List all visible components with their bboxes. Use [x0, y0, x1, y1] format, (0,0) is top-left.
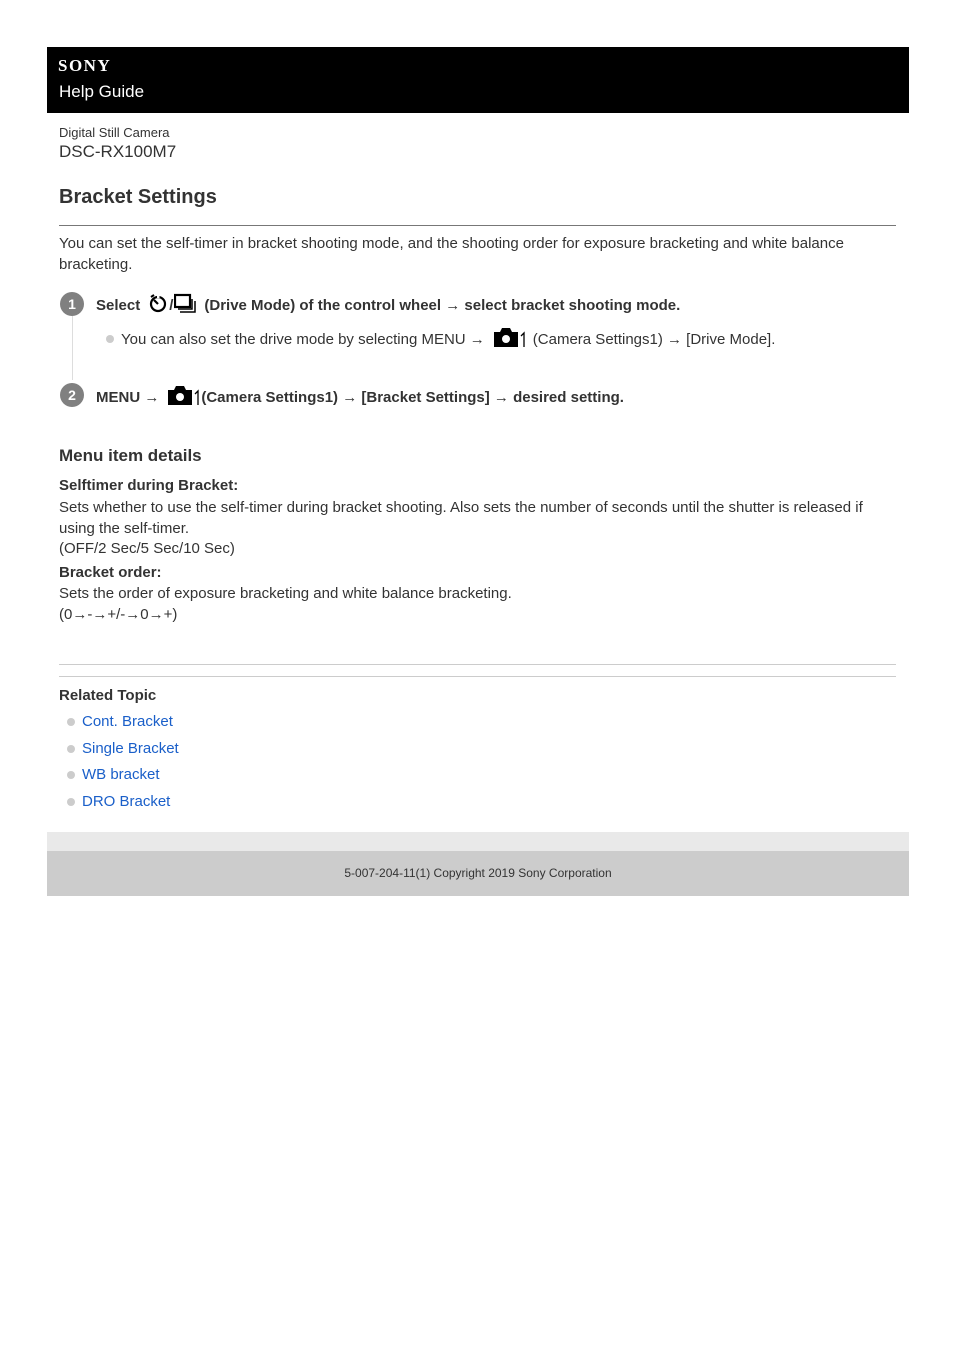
step-connector-line	[72, 316, 73, 380]
step-2-suffix: (Camera Settings1) → [Bracket Settings] …	[201, 388, 624, 406]
sony-logo[interactable]: SONY	[58, 56, 111, 76]
page-title: Bracket Settings	[59, 186, 217, 208]
footer: 5-007-204-11(1) Copyright 2019 Sony Corp…	[47, 851, 909, 896]
desc-bracket-order: Sets the order of exposure bracketing an…	[59, 585, 512, 602]
related-link[interactable]: WB bracket	[82, 766, 160, 783]
bullet-icon	[67, 717, 75, 726]
related-link[interactable]: Single Bracket	[82, 740, 179, 757]
step-1-note: You can also set the drive mode by selec…	[106, 326, 775, 352]
term-selftimer: Selftimer during Bracket:	[59, 477, 239, 494]
related-link-cont-bracket[interactable]: Cont. Bracket	[67, 713, 173, 730]
divider	[59, 664, 896, 665]
intro-text: You can set the self-timer in bracket sh…	[59, 235, 844, 273]
step-1-text: Select / (Drive Mode) of the control whe…	[96, 293, 680, 317]
step-2-text: MENU → (Camera Settings1) → [Bracket Set…	[96, 384, 624, 410]
bullet-icon	[67, 744, 75, 753]
help-guide-title: Help Guide	[59, 82, 145, 101]
menu-item-details-heading: Menu item details	[59, 446, 202, 465]
related-link[interactable]: Cont. Bracket	[82, 713, 173, 730]
related-link-dro-bracket[interactable]: DRO Bracket	[67, 793, 170, 810]
product-type: Digital Still Camera	[59, 125, 170, 140]
related-link[interactable]: DRO Bracket	[82, 793, 170, 810]
related-link-wb-bracket[interactable]: WB bracket	[67, 766, 160, 783]
divider	[59, 676, 896, 677]
icon-separator: /	[169, 296, 174, 314]
step-number-1: 1	[60, 292, 84, 316]
options-selftimer: (OFF/2 Sec/5 Sec/10 Sec)	[59, 540, 235, 557]
term-bracket-order: Bracket order:	[59, 564, 162, 581]
camera-settings1-icon	[167, 384, 201, 410]
note-suffix: (Camera Settings1) → [Drive Mode].	[532, 330, 776, 348]
copyright-text: 5-007-204-11(1) Copyright 2019 Sony Corp…	[344, 866, 612, 880]
bullet-icon	[106, 335, 114, 343]
self-timer-icon	[148, 293, 168, 317]
continuous-shooting-icon	[174, 293, 198, 317]
product-model: DSC-RX100M7	[59, 142, 177, 161]
step-1-prefix: Select	[96, 296, 141, 314]
step-number-2: 2	[60, 383, 84, 407]
related-link-single-bracket[interactable]: Single Bracket	[67, 740, 179, 757]
header-bar: SONY Help Guide	[47, 47, 909, 113]
footer-top-band	[47, 832, 909, 851]
related-topic-heading: Related Topic	[59, 687, 157, 704]
step-2-prefix: MENU →	[96, 388, 160, 406]
title-divider	[59, 225, 896, 226]
desc-selftimer: Sets whether to use the self-timer durin…	[59, 499, 863, 537]
options-bracket-order: (0→-→+/-→0→+)	[59, 606, 178, 623]
camera-settings1-icon	[493, 326, 527, 352]
bullet-icon	[67, 770, 75, 779]
bullet-icon	[67, 797, 75, 806]
note-prefix: You can also set the drive mode by selec…	[121, 330, 485, 348]
step-1-suffix: (Drive Mode) of the control wheel → sele…	[204, 296, 681, 314]
